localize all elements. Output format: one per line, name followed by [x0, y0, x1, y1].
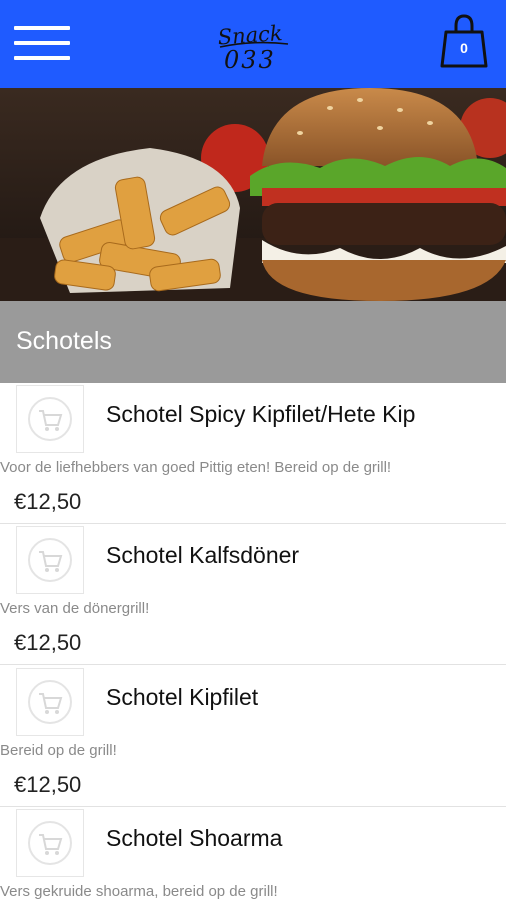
menu-item[interactable]: Schotel Kalfsdöner Vers van de dönergril…: [0, 524, 506, 665]
cart-count: 0: [460, 40, 468, 56]
top-bar: Snack 033 0: [0, 0, 506, 88]
cart-button[interactable]: 0: [440, 14, 488, 70]
hamburger-line: [14, 41, 70, 45]
menu-item[interactable]: Schotel Spicy Kipfilet/Hete Kip Voor de …: [0, 383, 506, 524]
hamburger-line: [14, 26, 70, 30]
item-description: Bereid op de grill!: [0, 742, 117, 759]
item-name: Schotel Kipfilet: [106, 684, 259, 710]
item-name: Schotel Shoarma: [106, 825, 283, 851]
cart-placeholder-icon: [28, 538, 72, 582]
menu-item[interactable]: Schotel Kipfilet Bereid op de grill! €12…: [0, 666, 506, 807]
item-thumbnail: [16, 385, 84, 453]
item-description: Vers gekruide shoarma, bereid op de gril…: [0, 883, 278, 900]
cart-placeholder-icon: [28, 397, 72, 441]
burger-fries-image: [0, 88, 506, 301]
item-description: Voor de liefhebbers van goed Pittig eten…: [0, 459, 392, 476]
item-price: €12,50: [14, 772, 82, 797]
hamburger-line: [14, 56, 70, 60]
snack-logo[interactable]: Snack 033: [214, 20, 294, 72]
cart-placeholder-icon: [28, 680, 72, 724]
hero-banner: [0, 88, 506, 301]
item-name: Schotel Kalfsdöner: [106, 542, 300, 568]
item-thumbnail: [16, 668, 84, 736]
logo-line2: 033: [224, 46, 276, 72]
item-price: €12,50: [14, 489, 82, 514]
cart-placeholder-icon: [28, 821, 72, 865]
category-title: Schotels: [16, 327, 112, 355]
item-thumbnail: [16, 809, 84, 877]
item-price: €12,50: [14, 630, 82, 655]
menu-item[interactable]: Schotel Shoarma Vers gekruide shoarma, b…: [0, 807, 506, 900]
item-name: Schotel Spicy Kipfilet/Hete Kip: [106, 401, 416, 427]
item-description: Vers van de dönergrill!: [0, 600, 150, 617]
hamburger-menu-button[interactable]: [14, 26, 72, 62]
category-header: Schotels: [0, 301, 506, 383]
item-thumbnail: [16, 526, 84, 594]
